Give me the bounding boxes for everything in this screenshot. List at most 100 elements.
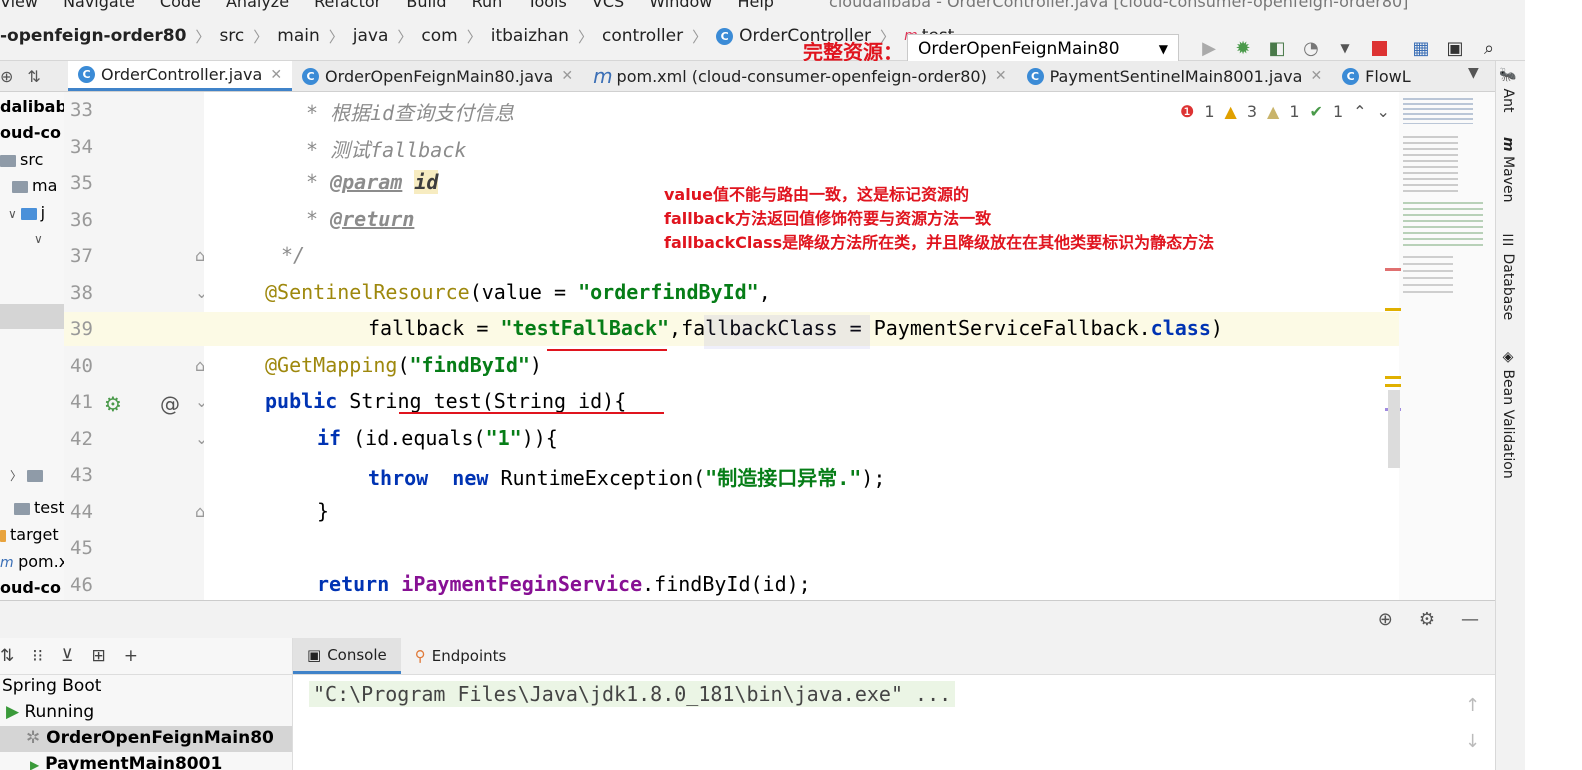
arrow-up-icon[interactable]: ↑	[1465, 688, 1480, 724]
inspection-widget[interactable]: ❶1 ▲ 3 ▲ 1 ✔ 1 ⌃ ⌄	[1180, 102, 1390, 121]
tree-item-root[interactable]: dalibab	[0, 94, 64, 120]
menu-window[interactable]: Window	[649, 0, 712, 11]
warning-marker[interactable]	[1385, 376, 1401, 379]
tab-flowl[interactable]: C FlowL	[1332, 61, 1420, 91]
debug-icon[interactable]: ✹	[1229, 34, 1257, 62]
breadcrumb-controller[interactable]: controller	[602, 26, 683, 46]
tree-item-main[interactable]: ma	[12, 173, 57, 199]
chevron-down-icon: ▼	[1158, 42, 1168, 56]
menu-build[interactable]: Build	[406, 0, 446, 11]
code-editor[interactable]: * 根据id查询支付信息 * 测试fallback * @param id * …	[204, 92, 1399, 600]
line-number: 42	[70, 428, 93, 450]
code-minimap[interactable]	[1385, 92, 1495, 600]
tab-ordercontroller[interactable]: C OrderController.java ✕	[68, 61, 293, 91]
tab-endpoints[interactable]: ⚲ Endpoints	[401, 638, 521, 674]
target-icon[interactable]: ⊕	[1378, 609, 1393, 630]
tab-label: OrderOpenFeignMain80.java	[325, 66, 554, 86]
close-icon[interactable]: ✕	[995, 68, 1007, 84]
menu-run[interactable]: Run	[472, 0, 503, 11]
error-marker[interactable]	[1385, 268, 1401, 271]
console-output[interactable]: "C:\Program Files\Java\jdk1.8.0_181\bin\…	[293, 675, 1473, 770]
tab-orderopenfeignmain80[interactable]: C OrderOpenFeignMain80.java ✕	[292, 61, 583, 91]
group-icon[interactable]: ⁝⁝	[32, 646, 43, 666]
folder-icon	[14, 502, 30, 515]
menu-view[interactable]: View	[0, 0, 38, 11]
close-icon[interactable]: ✕	[561, 68, 573, 84]
profile-icon[interactable]: ◔	[1297, 34, 1325, 62]
filter-icon[interactable]: ⊻	[61, 646, 73, 666]
editor-scrollbar[interactable]	[1388, 390, 1400, 468]
coverage-icon[interactable]: ◧	[1263, 34, 1291, 62]
tree-item-src[interactable]: src	[0, 147, 43, 173]
collapse-icon[interactable]: ⇅	[27, 67, 40, 86]
new-tab-icon[interactable]: ⊞	[92, 646, 106, 666]
tree-item-pom[interactable]: m pom.x	[0, 549, 64, 575]
tree-item-target[interactable]: target	[0, 522, 59, 548]
services-item-orderopenfeignmain80[interactable]: ✲ OrderOpenFeignMain80	[26, 728, 274, 748]
project-structure-icon[interactable]: ▦	[1407, 34, 1435, 62]
class-icon: C	[716, 27, 734, 45]
right-tool-strip: 🐜 Ant m Maven ☰ Database ◈ Bean Validati…	[1495, 61, 1526, 770]
terminal-icon[interactable]: ▣	[1441, 34, 1469, 62]
chevron-up-icon[interactable]: ⌃	[1353, 102, 1366, 121]
close-icon[interactable]: ✕	[270, 67, 282, 83]
gear-icon[interactable]: ⚙	[1419, 609, 1435, 630]
tabs-dropdown-icon[interactable]: ▼	[1468, 65, 1479, 81]
warning-marker[interactable]	[1385, 308, 1401, 311]
breadcrumb-module[interactable]: -openfeign-order80	[0, 26, 186, 46]
annotation-note: value值不能与路由一致，这是标记资源的 fallback方法返回值修饰符要与…	[664, 183, 1214, 255]
warning-marker[interactable]	[1385, 384, 1401, 387]
chevron-down-icon[interactable]: ∨	[34, 226, 43, 252]
services-item-spring-boot[interactable]: Spring Boot	[2, 676, 101, 696]
breadcrumb-com[interactable]: com	[421, 26, 457, 46]
menu-tools[interactable]: Tools	[527, 0, 566, 11]
weak-warning-icon: ▲	[1267, 102, 1280, 121]
maven-tool[interactable]: m Maven	[1500, 137, 1516, 202]
class-icon: C	[1342, 67, 1360, 85]
add-icon[interactable]: +	[124, 646, 138, 666]
tree-item-module2[interactable]: oud-co	[0, 575, 61, 600]
menu-navigate[interactable]: Navigate	[63, 0, 135, 11]
editor-gutter: 33 34 35 36 37 38 39 40 41 42 43 44 45 4…	[64, 92, 208, 600]
chevron-down-icon: ∨	[8, 207, 21, 221]
ant-tool[interactable]: 🐜 Ant	[1500, 67, 1516, 113]
note-line: value值不能与路由一致，这是标记资源的	[664, 185, 969, 204]
menu-vcs[interactable]: VCS	[592, 0, 624, 11]
spring-mapping-icon[interactable]: ⚙	[104, 392, 122, 416]
services-item-paymentmain8001[interactable]: ▶ PaymentMain8001	[30, 754, 222, 770]
more-run-chevron-icon[interactable]: ▼	[1331, 34, 1359, 62]
arrow-down-icon[interactable]: ↓	[1465, 724, 1480, 760]
breadcrumb-itbaizhan[interactable]: itbaizhan	[491, 26, 569, 46]
tab-pom-xml[interactable]: m pom.xml (cloud-consumer-openfeign-orde…	[583, 61, 1017, 91]
window-title: cloudalibaba - OrderController.java [clo…	[829, 0, 1409, 11]
chevron-down-icon[interactable]: ⌄	[1377, 102, 1390, 121]
breadcrumb-java[interactable]: java	[353, 26, 389, 46]
tree-item-collapsed[interactable]: 〉	[10, 462, 47, 488]
run-icon[interactable]: ▶	[1195, 34, 1223, 62]
target-icon[interactable]: ⊕	[0, 67, 13, 86]
tree-item-java[interactable]: ∨ j	[8, 200, 45, 226]
folder-icon	[12, 180, 28, 193]
search-icon[interactable]: ⌕	[1475, 34, 1503, 62]
code-line-34: * 测试fallback	[306, 138, 467, 162]
menu-code[interactable]: Code	[160, 0, 201, 11]
bean-validation-tool[interactable]: ◈ Bean Validation	[1500, 349, 1516, 479]
collapse-icon[interactable]: ⇅	[0, 646, 14, 666]
menu-refactor[interactable]: Refactor	[314, 0, 381, 11]
tree-item-module[interactable]: oud-co	[0, 120, 61, 146]
breadcrumb-src[interactable]: src	[219, 26, 244, 46]
menu-help[interactable]: Help	[737, 0, 773, 11]
tab-paymentsentinelmain8001[interactable]: C PaymentSentinelMain8001.java ✕	[1017, 61, 1333, 91]
services-item-running[interactable]: ▶ Running	[6, 702, 94, 722]
database-tool[interactable]: ☰ Database	[1500, 233, 1516, 320]
tree-item-test[interactable]: test	[14, 495, 64, 521]
close-icon[interactable]: ✕	[1310, 68, 1322, 84]
minimize-icon[interactable]: —	[1461, 609, 1479, 630]
menu-analyze[interactable]: Analyze	[226, 0, 289, 11]
run-config-selector[interactable]: OrderOpenFeignMain80 ▼	[907, 34, 1179, 64]
code-line-44: }	[317, 499, 330, 523]
tab-console[interactable]: ▣ Console	[293, 638, 401, 674]
breadcrumb-main[interactable]: main	[277, 26, 319, 46]
implementation-icon[interactable]: @	[160, 392, 180, 416]
stop-icon[interactable]	[1365, 34, 1393, 62]
